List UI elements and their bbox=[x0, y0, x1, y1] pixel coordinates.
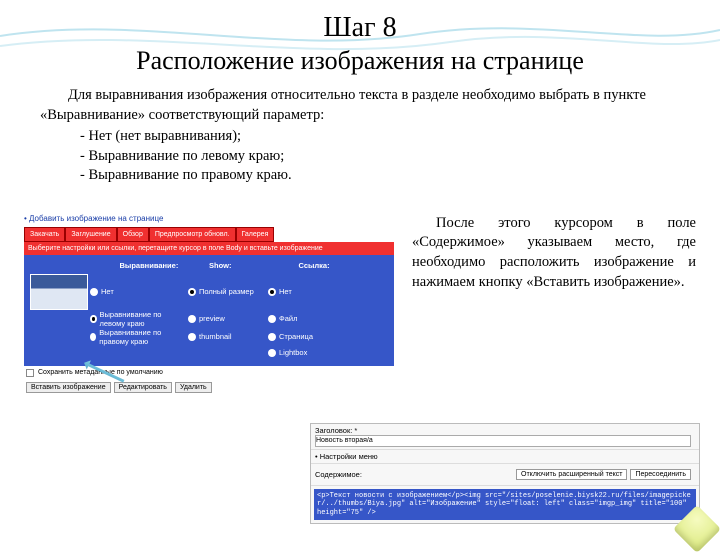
html-source-box[interactable]: <p>Текст новости с изображением</p><img … bbox=[314, 489, 696, 520]
radio-align-right[interactable] bbox=[90, 333, 96, 341]
tab-upload[interactable]: Закачать bbox=[24, 227, 65, 242]
opt-label: Файл bbox=[279, 314, 297, 323]
options-list: - Нет (нет выравнивания); - Выравнивание… bbox=[80, 127, 680, 186]
opt-label: preview bbox=[199, 314, 225, 323]
list-item: - Нет (нет выравнивания); bbox=[80, 127, 680, 147]
opt-label: Выравнивание по левому краю bbox=[100, 310, 189, 328]
radio-show-full[interactable] bbox=[188, 288, 196, 296]
delete-button[interactable]: Удалить bbox=[175, 382, 212, 393]
add-image-link[interactable]: • Добавить изображение на странице bbox=[24, 214, 394, 223]
opt-label: Страница bbox=[279, 332, 313, 341]
col-link: Ссылка: bbox=[299, 261, 389, 270]
tab-preview[interactable]: Предпросмотр обновл. bbox=[149, 227, 236, 242]
radio-link-none[interactable] bbox=[268, 288, 276, 296]
tab-browse[interactable]: Обзор bbox=[117, 227, 149, 242]
radio-link-page[interactable] bbox=[268, 333, 276, 341]
body-label: Содержимое: bbox=[315, 470, 362, 479]
screenshot-image-dialog: • Добавить изображение на странице Закач… bbox=[24, 214, 394, 395]
radio-align-left[interactable] bbox=[90, 315, 97, 323]
radio-show-preview[interactable] bbox=[188, 315, 196, 323]
radio-align-none[interactable] bbox=[90, 288, 98, 296]
screenshot-editor-form: Заголовок: * • Настройки меню Содержимое… bbox=[310, 423, 700, 524]
radio-link-lightbox[interactable] bbox=[268, 349, 276, 357]
step-number: Шаг 8 bbox=[0, 12, 720, 44]
opt-label: thumbnail bbox=[199, 332, 232, 341]
dialog-hint: Выберите настройки или ссылки, перетащит… bbox=[24, 242, 394, 255]
disable-richtext-button[interactable]: Отключить расширенный текст bbox=[516, 469, 627, 480]
tab-stub[interactable]: Заглушение bbox=[65, 227, 116, 242]
checkbox-save-meta[interactable] bbox=[26, 369, 34, 377]
opt-label: Lightbox bbox=[279, 348, 307, 357]
tab-gallery[interactable]: Галерея bbox=[236, 227, 275, 242]
menu-settings-link[interactable]: • Настройки меню bbox=[311, 450, 699, 464]
opt-label: Нет bbox=[279, 287, 292, 296]
col-blank bbox=[30, 261, 120, 270]
list-item: - Выравнивание по левому краю; bbox=[80, 147, 680, 167]
edit-button[interactable]: Редактировать bbox=[114, 382, 172, 393]
instruction-paragraph: После этого курсором в поле «Содержимое»… bbox=[412, 214, 696, 395]
page-title: Расположение изображения на странице bbox=[0, 46, 720, 76]
image-thumbnail[interactable] bbox=[30, 274, 88, 310]
opt-label: Нет bbox=[101, 287, 114, 296]
col-show: Show: bbox=[209, 261, 299, 270]
title-input[interactable] bbox=[315, 435, 691, 447]
radio-show-thumb[interactable] bbox=[188, 333, 196, 341]
options-panel: Выравнивание: Show: Ссылка: Нет Полный р… bbox=[24, 255, 394, 366]
dialog-tabs: Закачать Заглушение Обзор Предпросмотр о… bbox=[24, 227, 394, 242]
opt-label: Выравнивание по правому краю bbox=[99, 328, 188, 346]
reconnect-button[interactable]: Пересоединить bbox=[630, 469, 691, 480]
radio-link-file[interactable] bbox=[268, 315, 276, 323]
intro-paragraph: Для выравнивания изображения относительн… bbox=[40, 86, 680, 125]
col-align: Выравнивание: bbox=[120, 261, 210, 270]
title-field-label: Заголовок: * bbox=[315, 426, 357, 435]
list-item: - Выравнивание по правому краю. bbox=[80, 166, 680, 186]
insert-image-button[interactable]: Вставить изображение bbox=[26, 382, 111, 393]
opt-label: Полный размер bbox=[199, 287, 254, 296]
